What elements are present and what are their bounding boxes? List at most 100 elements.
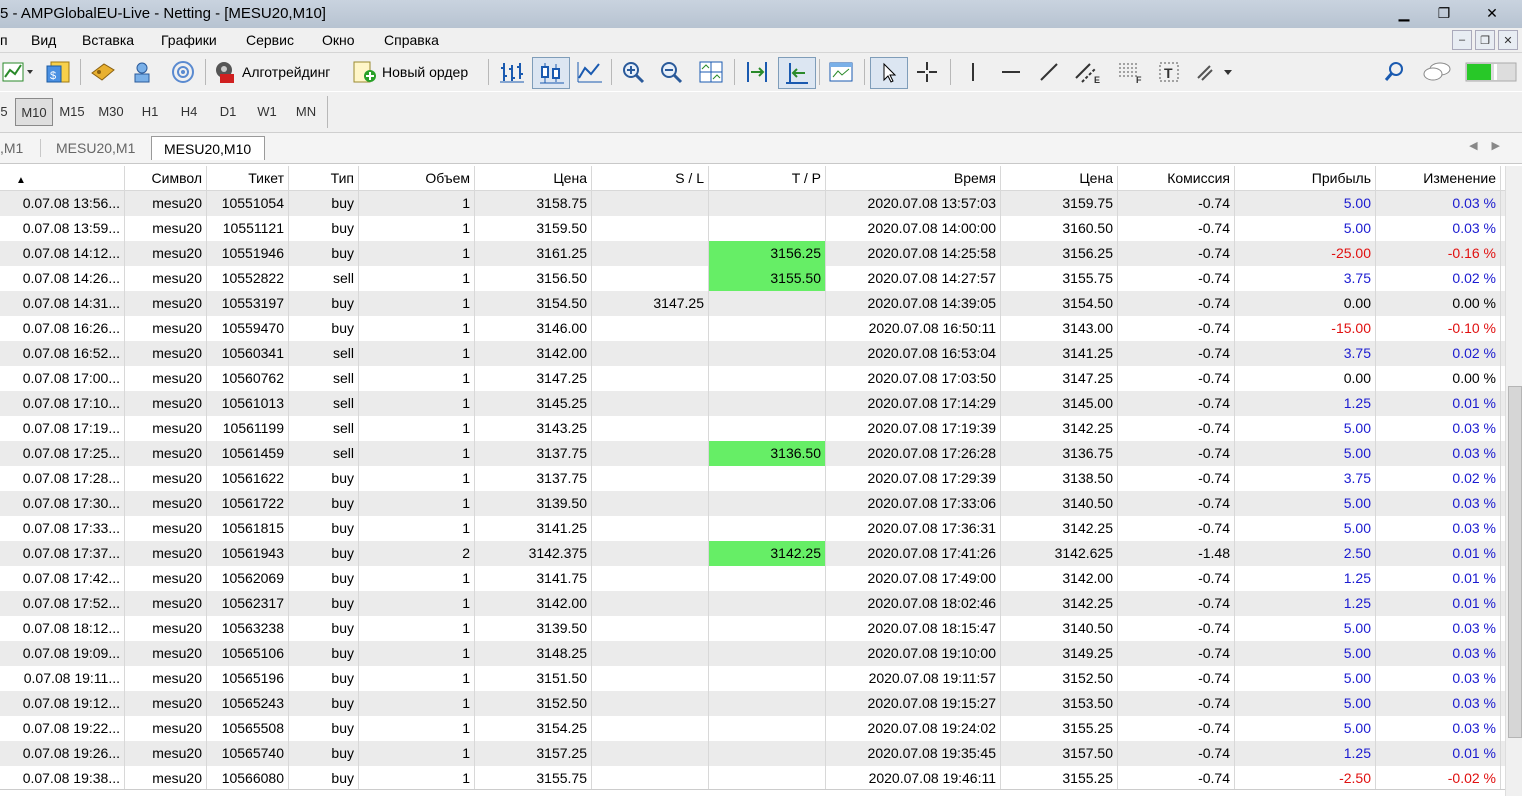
table-row[interactable]: 0.07.08 19:09... mesu20 10565106 buy 1 3148.2… (0, 641, 1505, 666)
timeframe-m30[interactable]: M30 (93, 98, 129, 124)
menu-item-file[interactable]: п (0, 32, 8, 48)
cell-open-time: 0.07.08 13:56... (0, 191, 125, 216)
chat-icon[interactable] (1420, 57, 1454, 87)
tab-mesu20-m1[interactable]: MESU20,M1 (56, 136, 146, 160)
timeframe-m15[interactable]: M15 (54, 98, 90, 124)
table-row[interactable]: 0.07.08 17:19... mesu20 10561199 sell 1 3143.… (0, 416, 1505, 441)
table-row[interactable]: 0.07.08 17:42... mesu20 10562069 buy 1 3141.7… (0, 566, 1505, 591)
menu-item-charts[interactable]: Графики (161, 32, 217, 48)
menu-item-view[interactable]: Вид (31, 32, 56, 48)
chart-shift-icon[interactable] (740, 57, 774, 87)
timeframe-mn[interactable]: MN (288, 98, 324, 124)
table-row[interactable]: 0.07.08 19:38... mesu20 10566080 buy 1 3155.7… (0, 766, 1505, 791)
header-type[interactable]: Тип (289, 166, 359, 190)
cell-profit: 5.00 (1235, 491, 1376, 516)
navigator-icon[interactable] (126, 57, 160, 87)
trend-line-icon[interactable] (1032, 57, 1066, 87)
cell-ticket: 10551054 (207, 191, 289, 216)
header-profit[interactable]: Прибыль (1235, 166, 1376, 190)
header-close-price[interactable]: Цена (1001, 166, 1118, 190)
cell-volume: 1 (359, 416, 475, 441)
header-ticket[interactable]: Тикет (207, 166, 289, 190)
maximize-icon[interactable]: ❐ (1424, 2, 1464, 24)
table-row[interactable]: 0.07.08 16:52... mesu20 10560341 sell 1 3142.… (0, 341, 1505, 366)
table-row[interactable]: 0.07.08 19:22... mesu20 10565508 buy 1 3154.2… (0, 716, 1505, 741)
table-row[interactable]: 0.07.08 13:59... mesu20 10551121 buy 1 3159.5… (0, 216, 1505, 241)
templates-icon[interactable] (824, 57, 858, 87)
window-title: 5 - AMPGlobalEU-Live - Netting - [MESU20… (0, 5, 326, 22)
timeframe-h1[interactable]: H1 (132, 98, 168, 124)
header-open-time[interactable]: ▲ (0, 166, 125, 190)
table-row[interactable]: 0.07.08 18:12... mesu20 10563238 buy 1 3139.5… (0, 616, 1505, 641)
table-row[interactable]: 0.07.08 17:10... mesu20 10561013 sell 1 3145.… (0, 391, 1505, 416)
table-row[interactable]: 0.07.08 17:25... mesu20 10561459 sell 1 3137.… (0, 441, 1505, 466)
table-row[interactable]: 0.07.08 16:26... mesu20 10559470 buy 1 3146.0… (0, 316, 1505, 341)
new-order-button[interactable]: Новый ордер (352, 57, 482, 87)
table-row[interactable]: 0.07.08 19:11... mesu20 10565196 buy 1 3151.5… (0, 666, 1505, 691)
equidistant-channel-icon[interactable]: E (1070, 57, 1108, 87)
cell-sl (592, 541, 709, 566)
header-change[interactable]: Изменение (1376, 166, 1501, 190)
header-commission[interactable]: Комиссия (1118, 166, 1235, 190)
autoscroll-icon[interactable] (778, 57, 816, 89)
timeframe-m5[interactable]: 5 (0, 98, 8, 124)
mdi-minimize-icon[interactable]: – (1452, 30, 1472, 50)
minimize-icon[interactable]: ▁ (1384, 2, 1424, 24)
table-row[interactable]: 0.07.08 17:28... mesu20 10561622 buy 1 3137.7… (0, 466, 1505, 491)
algo-trading-button[interactable]: Алготрейдинг (212, 57, 344, 87)
table-row[interactable]: 0.07.08 17:52... mesu20 10562317 buy 1 3142.0… (0, 591, 1505, 616)
crosshair-icon[interactable] (910, 57, 944, 87)
table-row[interactable]: 0.07.08 19:12... mesu20 10565243 buy 1 3152.5… (0, 691, 1505, 716)
mdi-restore-icon[interactable]: ❐ (1475, 30, 1495, 50)
menu-item-tools[interactable]: Сервис (246, 32, 294, 48)
close-icon[interactable]: ✕ (1464, 2, 1520, 24)
table-row[interactable]: 0.07.08 14:31... mesu20 10553197 buy 1 3154.5… (0, 291, 1505, 316)
vertical-scrollbar[interactable] (1505, 166, 1522, 796)
line-chart-icon[interactable] (572, 57, 606, 87)
table-row[interactable]: 0.07.08 17:33... mesu20 10561815 buy 1 3141.2… (0, 516, 1505, 541)
cell-profit: -15.00 (1235, 316, 1376, 341)
table-row[interactable]: 0.07.08 19:26... mesu20 10565740 buy 1 3157.2… (0, 741, 1505, 766)
header-symbol[interactable]: Символ (125, 166, 207, 190)
cell-profit: 3.75 (1235, 266, 1376, 291)
header-price[interactable]: Цена (475, 166, 592, 190)
scrollbar-thumb[interactable] (1508, 386, 1522, 738)
table-row[interactable]: 0.07.08 14:12... mesu20 10551946 buy 1 3161.2… (0, 241, 1505, 266)
table-row[interactable]: 0.07.08 17:37... mesu20 10561943 buy 2 3142.3… (0, 541, 1505, 566)
search-icon[interactable] (1380, 57, 1408, 87)
cursor-icon[interactable] (870, 57, 908, 89)
table-row[interactable]: 0.07.08 17:30... mesu20 10561722 buy 1 3139.5… (0, 491, 1505, 516)
timeframe-m10[interactable]: M10 (15, 98, 53, 126)
vertical-line-icon[interactable] (956, 57, 990, 87)
tab-chart-m1-partial[interactable]: ,M1 (0, 136, 38, 160)
timeframe-h4[interactable]: H4 (171, 98, 207, 124)
candlestick-chart-icon[interactable] (532, 57, 570, 89)
bar-chart-icon[interactable] (494, 57, 528, 87)
fibonacci-icon[interactable]: F (1112, 57, 1150, 87)
tile-windows-icon[interactable] (694, 57, 728, 87)
market-watch-icon[interactable] (86, 57, 120, 87)
header-sl[interactable]: S / L (592, 166, 709, 190)
table-row[interactable]: 0.07.08 14:26... mesu20 10552822 sell 1 3156.… (0, 266, 1505, 291)
timeframe-w1[interactable]: W1 (249, 98, 285, 124)
profiles-icon[interactable]: $ (42, 57, 76, 87)
shapes-dropdown-icon[interactable] (1190, 57, 1238, 87)
zoom-out-icon[interactable] (654, 57, 688, 87)
zoom-in-icon[interactable] (616, 57, 650, 87)
table-row[interactable]: 0.07.08 13:56... mesu20 10551054 buy 1 3158.7… (0, 191, 1505, 216)
menu-item-help[interactable]: Справка (384, 32, 439, 48)
menu-item-insert[interactable]: Вставка (82, 32, 134, 48)
signals-icon[interactable] (166, 57, 200, 87)
horizontal-line-icon[interactable] (994, 57, 1028, 87)
menu-item-window[interactable]: Окно (322, 32, 355, 48)
header-volume[interactable]: Объем (359, 166, 475, 190)
table-row[interactable]: 0.07.08 17:00... mesu20 10560762 sell 1 3147.… (0, 366, 1505, 391)
new-chart-icon[interactable] (0, 57, 36, 87)
tab-scroll-arrows[interactable]: ◀▶ (1469, 139, 1514, 152)
timeframe-d1[interactable]: D1 (210, 98, 246, 124)
header-tp[interactable]: T / P (709, 166, 826, 190)
header-close-time[interactable]: Время (826, 166, 1001, 190)
tab-mesu20-m10[interactable]: MESU20,M10 (151, 136, 265, 160)
mdi-close-icon[interactable]: ✕ (1498, 30, 1518, 50)
text-label-icon[interactable]: T (1152, 57, 1186, 87)
